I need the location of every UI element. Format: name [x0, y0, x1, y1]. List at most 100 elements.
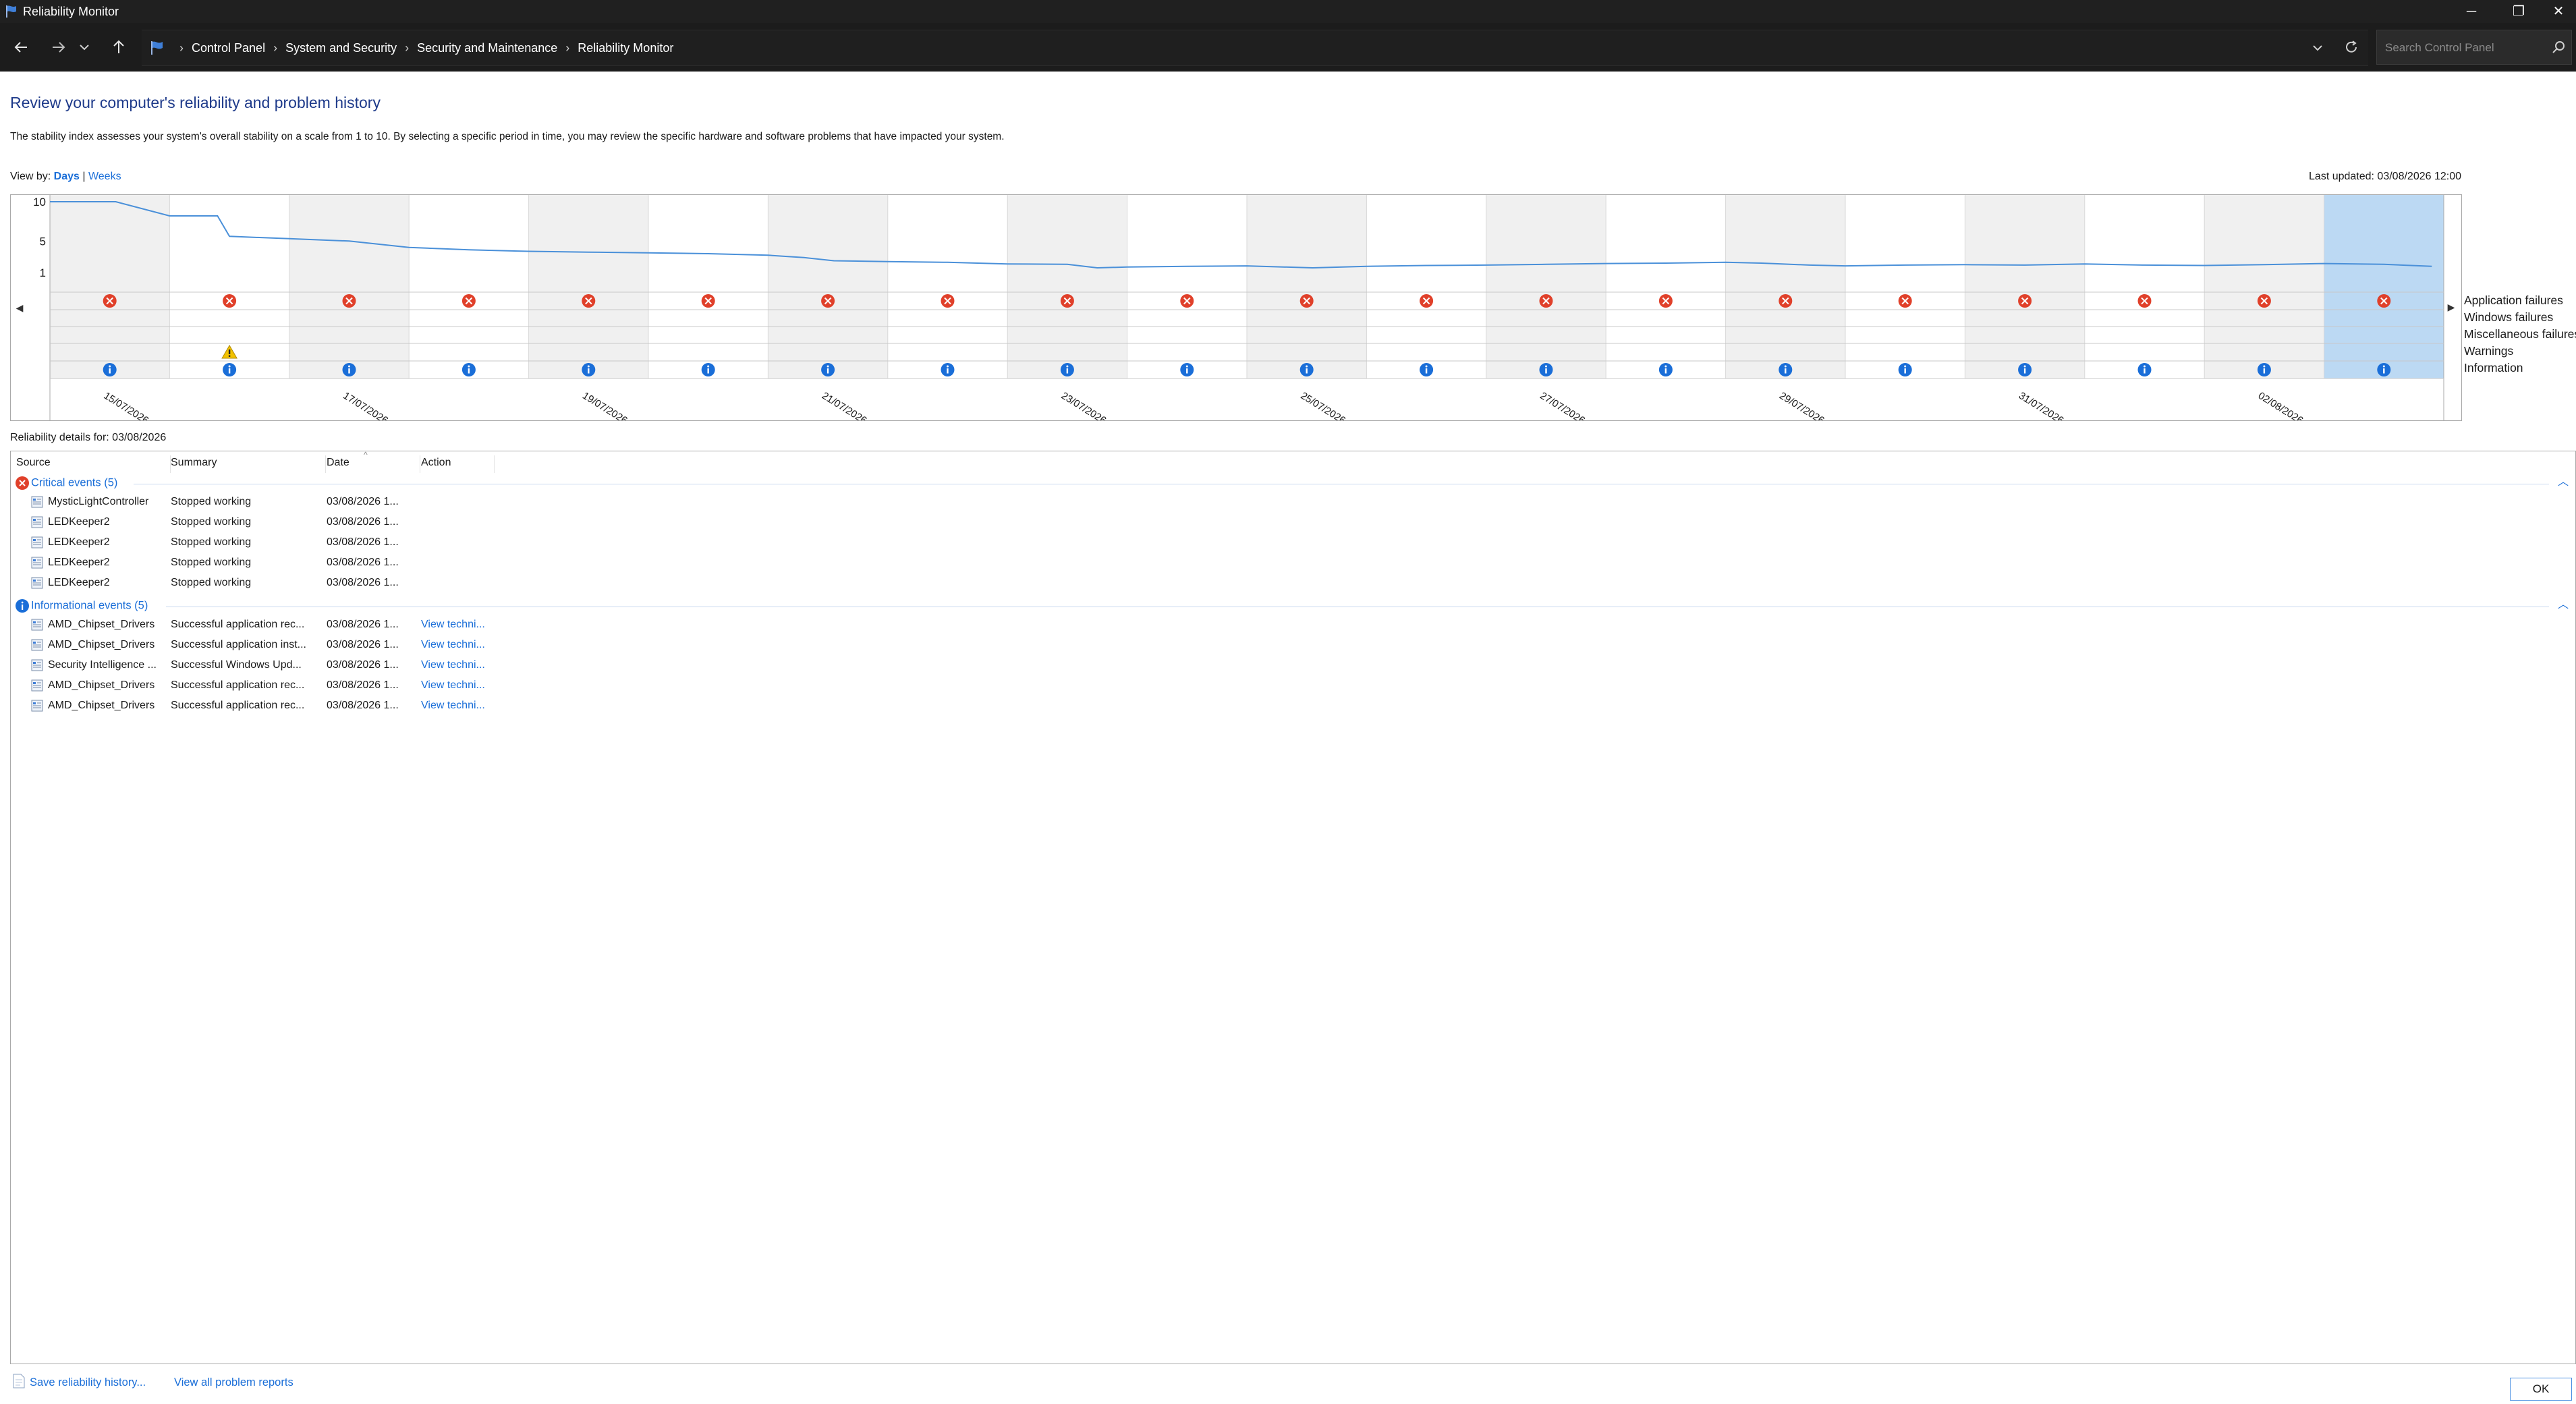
day-column[interactable]: [1606, 195, 1726, 378]
day-column[interactable]: [1247, 195, 1367, 378]
up-button[interactable]: [105, 34, 132, 61]
scroll-right-button[interactable]: ▶: [2444, 300, 2459, 314]
day-column[interactable]: [1845, 195, 1965, 378]
forward-button[interactable]: [45, 34, 72, 61]
day-column[interactable]: [1965, 195, 2085, 378]
table-row[interactable]: AMD_Chipset_Drivers Successful applicati…: [11, 677, 524, 696]
day-column[interactable]: [1366, 195, 1486, 378]
y-tick-label: 10: [33, 196, 46, 208]
column-divider[interactable]: [494, 455, 495, 473]
column-header-date[interactable]: Date: [327, 457, 349, 469]
row-label-windows-failures: Windows failures: [2464, 310, 2554, 324]
breadcrumb-separator[interactable]: ›: [273, 41, 277, 55]
info-icon-dot: [707, 365, 710, 368]
table-row[interactable]: AMD_Chipset_Drivers Successful applicati…: [11, 697, 524, 716]
row-date: 03/08/2026 1...: [327, 639, 399, 650]
view-all-problem-reports-link[interactable]: View all problem reports: [174, 1376, 293, 1389]
table-row[interactable]: LEDKeeper2 Stopped working 03/08/2026 1.…: [11, 574, 524, 593]
info-icon-dot: [827, 365, 829, 368]
save-reliability-history-link[interactable]: Save reliability history...: [30, 1376, 146, 1389]
info-icon-stem: [588, 368, 590, 374]
view-technical-details-link[interactable]: View techni...: [421, 679, 495, 692]
breadcrumb-separator[interactable]: ›: [565, 41, 569, 55]
breadcrumb-control-panel[interactable]: Control Panel: [192, 41, 265, 55]
info-icon-stem: [2383, 368, 2385, 374]
flag-icon: [6, 5, 16, 18]
application-icon: [31, 577, 43, 589]
info-icon-dot: [1185, 365, 1188, 368]
table-row[interactable]: LEDKeeper2 Stopped working 03/08/2026 1.…: [11, 554, 524, 573]
breadcrumb-system-and-security[interactable]: System and Security: [285, 41, 397, 55]
day-column[interactable]: [1007, 195, 1127, 378]
info-icon-stem: [1904, 368, 1906, 374]
row-date: 03/08/2026 1...: [327, 659, 399, 671]
footer: Save reliability history... View all pro…: [0, 1364, 2576, 1404]
address-bar[interactable]: › Control Panel › System and Security › …: [142, 30, 2368, 66]
view-weeks-link[interactable]: Weeks: [88, 171, 121, 182]
search-box[interactable]: [2376, 30, 2572, 65]
row-source: LEDKeeper2: [48, 577, 110, 588]
minimize-button[interactable]: ─: [2448, 0, 2495, 23]
view-days-link[interactable]: Days: [54, 171, 80, 182]
day-column[interactable]: [1127, 195, 1247, 378]
collapse-group-button[interactable]: ︿: [2556, 598, 2570, 612]
group-informational-events[interactable]: Informational events (5): [15, 598, 148, 615]
chevron-down-icon: [80, 45, 89, 51]
day-column[interactable]: [289, 195, 410, 378]
column-header-action[interactable]: Action: [421, 457, 451, 469]
back-button[interactable]: [8, 34, 35, 61]
view-technical-details-link[interactable]: View techni...: [421, 700, 495, 712]
day-column[interactable]: [2204, 195, 2324, 378]
table-row[interactable]: AMD_Chipset_Drivers Successful applicati…: [11, 616, 524, 635]
row-source: AMD_Chipset_Drivers: [48, 700, 155, 711]
column-header-source[interactable]: Source: [16, 457, 51, 469]
y-tick-label: 5: [40, 235, 46, 248]
search-icon[interactable]: [2550, 38, 2567, 56]
date-label: 17/07/2026: [341, 390, 390, 420]
day-column[interactable]: [1725, 195, 1845, 378]
restore-button[interactable]: ❐: [2495, 0, 2542, 23]
breadcrumb-security-and-maintenance[interactable]: Security and Maintenance: [417, 41, 557, 55]
table-row[interactable]: LEDKeeper2 Stopped working 03/08/2026 1.…: [11, 534, 524, 553]
collapse-group-button[interactable]: ︿: [2556, 476, 2570, 489]
row-date: 03/08/2026 1...: [327, 679, 399, 691]
application-icon: [31, 639, 43, 651]
row-summary: Successful application rec...: [171, 679, 305, 691]
day-column[interactable]: [528, 195, 648, 378]
view-technical-details-link[interactable]: View techni...: [421, 619, 495, 631]
table-row[interactable]: MysticLightController Stopped working 03…: [11, 493, 524, 512]
row-source: LEDKeeper2: [48, 536, 110, 548]
stability-chart[interactable]: ◀ 10 5 1 15/07/2026 17/07/2026 19/07/2026 21/0…: [10, 194, 2462, 421]
info-icon-stem: [2144, 368, 2146, 374]
refresh-icon[interactable]: [2343, 38, 2360, 56]
close-button[interactable]: ✕: [2541, 0, 2576, 23]
breadcrumb-separator[interactable]: ›: [405, 41, 409, 55]
day-column[interactable]: [50, 195, 170, 378]
column-header-summary[interactable]: Summary: [171, 457, 217, 469]
table-row[interactable]: LEDKeeper2 Stopped working 03/08/2026 1.…: [11, 513, 524, 532]
column-divider[interactable]: [325, 455, 326, 473]
table-row[interactable]: AMD_Chipset_Drivers Successful applicati…: [11, 636, 524, 655]
day-column[interactable]: [648, 195, 768, 378]
day-column[interactable]: [2324, 195, 2444, 378]
group-critical-events[interactable]: Critical events (5): [15, 476, 117, 492]
address-toolbar: › Control Panel › System and Security › …: [0, 23, 2576, 72]
recent-locations-button[interactable]: [74, 34, 94, 61]
table-row[interactable]: Security Intelligence ... Successful Win…: [11, 656, 524, 675]
view-technical-details-link[interactable]: View techni...: [421, 659, 495, 671]
row-date: 03/08/2026 1...: [327, 516, 399, 528]
ok-button[interactable]: OK: [2510, 1378, 2572, 1401]
breadcrumb-reliability-monitor[interactable]: Reliability Monitor: [578, 41, 673, 55]
row-label-application-failures: Application failures: [2464, 293, 2563, 307]
view-technical-details-link[interactable]: View techni...: [421, 639, 495, 651]
stability-chart-canvas[interactable]: 10 5 1 15/07/2026 17/07/2026 19/07/2026 21/07/…: [11, 195, 2461, 420]
info-icon-stem: [109, 368, 111, 374]
day-column[interactable]: [409, 195, 529, 378]
day-column[interactable]: [887, 195, 1008, 378]
search-input[interactable]: [2384, 37, 2548, 59]
day-column[interactable]: [2084, 195, 2205, 378]
day-column[interactable]: [1486, 195, 1606, 378]
row-source: LEDKeeper2: [48, 557, 110, 568]
day-column[interactable]: [768, 195, 888, 378]
chevron-down-icon[interactable]: [2309, 40, 2326, 56]
